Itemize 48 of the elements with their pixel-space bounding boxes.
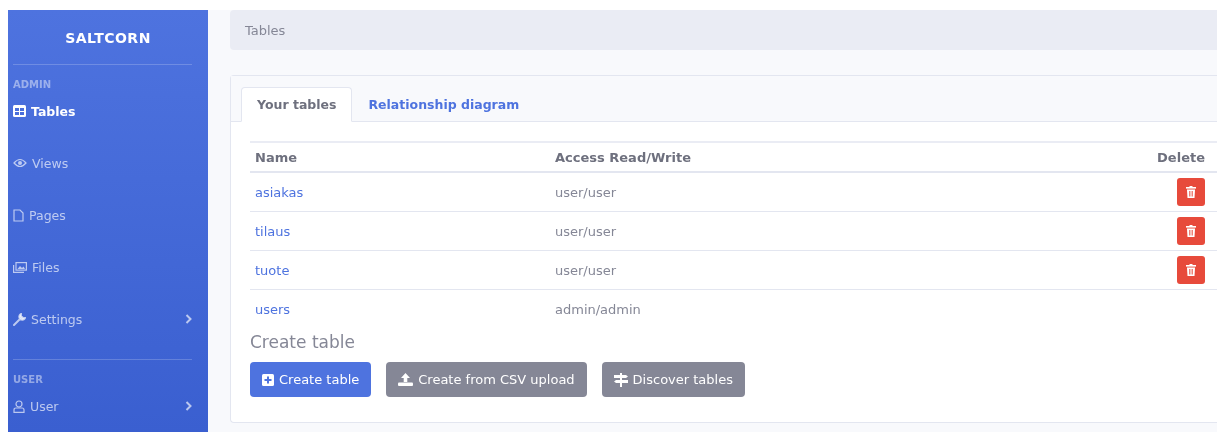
brand-title[interactable]: SALTCORN xyxy=(8,10,192,64)
file-icon xyxy=(13,208,24,222)
column-header: Delete xyxy=(850,142,1217,172)
chevron-right-icon xyxy=(185,314,192,324)
delete-button[interactable] xyxy=(1177,256,1205,284)
table-link[interactable]: tuote xyxy=(255,262,290,278)
chevron-right-icon xyxy=(185,401,192,411)
item-label: Files xyxy=(32,259,60,275)
trash-icon xyxy=(1186,186,1196,198)
table-cell: user/user xyxy=(555,262,617,278)
action-button[interactable]: Create table xyxy=(250,362,372,397)
table-link[interactable]: asiakas xyxy=(255,184,304,200)
section-heading: USER xyxy=(12,373,44,387)
item-label: User xyxy=(30,398,59,414)
sidebar-item[interactable]: Views xyxy=(8,137,192,189)
table-cell: user/user xyxy=(555,223,617,239)
plus-square-icon xyxy=(262,373,274,386)
item-label: Views xyxy=(32,155,69,171)
tab[interactable]: Your tables xyxy=(241,87,353,122)
section-heading: Create table xyxy=(250,332,356,352)
item-label: Tables xyxy=(31,103,76,119)
item-label: Pages xyxy=(29,207,66,223)
table-cell: admin/admin xyxy=(555,301,641,317)
delete-button[interactable] xyxy=(1177,178,1205,206)
upload-icon xyxy=(398,373,414,386)
trash-icon xyxy=(1186,225,1196,237)
item-label: Settings xyxy=(31,311,83,327)
delete-button[interactable] xyxy=(1177,217,1205,245)
breadcrumb[interactable]: Tables xyxy=(245,22,286,38)
trash-icon xyxy=(1186,264,1196,276)
table-link[interactable]: users xyxy=(255,301,291,317)
tab[interactable]: Relationship diagram xyxy=(352,87,536,122)
action-button[interactable]: Discover tables xyxy=(601,362,745,397)
table-link[interactable]: tilaus xyxy=(255,223,291,239)
images-icon xyxy=(13,261,27,273)
section-heading: ADMIN xyxy=(12,78,53,92)
table-icon xyxy=(13,105,26,117)
signpost-icon xyxy=(613,372,628,387)
column-header: Name xyxy=(250,142,550,172)
table-cell: user/user xyxy=(555,184,617,200)
column-header: Access Read/Write xyxy=(550,142,850,172)
eye-icon xyxy=(13,158,27,168)
sidebar-item[interactable]: Files xyxy=(8,241,192,293)
wrench-icon xyxy=(13,312,26,326)
user-icon xyxy=(13,399,25,413)
sidebar-item[interactable]: Pages xyxy=(8,189,192,241)
action-button[interactable]: Create from CSV upload xyxy=(386,362,587,397)
sidebar-item[interactable]: Settings xyxy=(8,293,192,345)
